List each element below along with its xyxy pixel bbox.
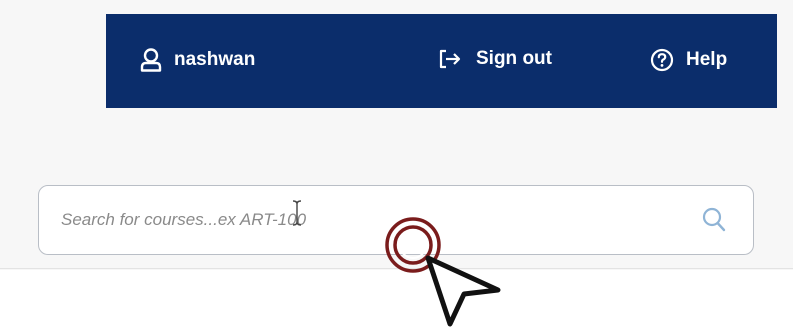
help-icon: [650, 48, 674, 72]
sign-out-label: Sign out: [476, 48, 552, 69]
help-link[interactable]: Help: [650, 48, 727, 72]
sign-out-icon: [438, 48, 462, 70]
search-icon[interactable]: [701, 206, 727, 239]
top-navbar: nashwan Sign out Help: [106, 14, 777, 108]
help-label: Help: [686, 49, 728, 70]
user-account-link[interactable]: nashwan: [140, 48, 255, 72]
username-label: nashwan: [174, 49, 256, 70]
user-icon: [140, 48, 162, 72]
sign-out-link[interactable]: Sign out: [438, 48, 552, 70]
text-cursor-icon: [290, 199, 304, 232]
mouse-pointer-icon: [420, 248, 510, 333]
search-input[interactable]: [59, 199, 663, 241]
